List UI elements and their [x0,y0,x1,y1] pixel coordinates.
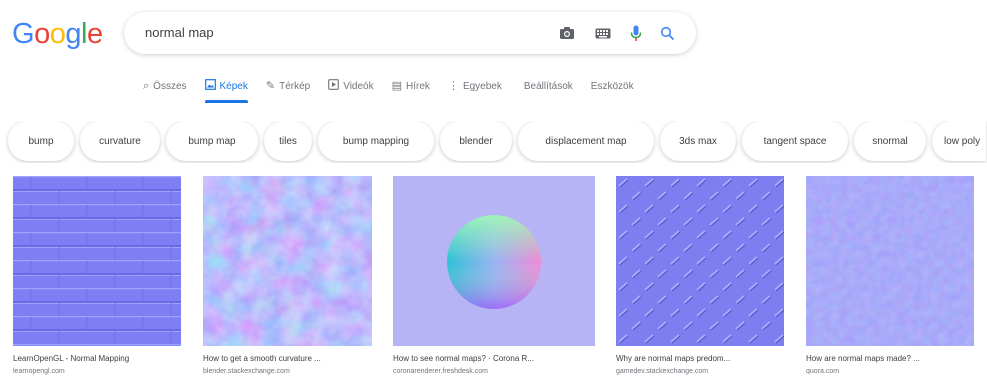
tab-more[interactable]: ⋮ Egyebek [448,76,502,96]
result-thumbnail[interactable] [203,176,372,346]
chip[interactable]: blender [440,121,512,161]
result-title[interactable]: How to see normal maps? · Corona R... [393,354,534,363]
search-input[interactable]: normal map [145,25,214,40]
image-results: LearnOpenGL - Normal Mapping learnopengl… [0,176,987,387]
play-icon [328,79,340,93]
tab-tools[interactable]: Eszközök [591,76,634,96]
tab-label: Eszközök [590,80,634,92]
search-icon: ⌕ [143,79,150,92]
chip-label: bump mapping [342,135,410,147]
google-logo[interactable]: Google [12,18,103,51]
chip[interactable]: tiles [264,121,312,161]
chip-label: snormal [872,135,908,147]
chip[interactable]: bump map [166,121,258,161]
tab-maps[interactable]: ✎ Térkép [266,76,310,96]
chip-label: bump map [188,135,236,147]
tab-label: Térkép [279,80,311,92]
mic-icon[interactable] [625,22,647,44]
result-source[interactable]: quora.com [806,368,839,375]
news-icon: ▤ [391,79,403,92]
chip[interactable]: displacement map [518,121,654,161]
chip[interactable]: bump mapping [318,121,434,161]
result-source[interactable]: blender.stackexchange.com [203,368,290,375]
image-result[interactable]: LearnOpenGL - Normal Mapping learnopengl… [13,176,181,375]
result-thumbnail[interactable] [806,176,974,346]
chip-label: tangent space [763,135,827,147]
image-result[interactable]: How to see normal maps? · Corona R... co… [393,176,595,375]
chip[interactable]: snormal [854,121,926,161]
logo-letter: o [34,18,50,50]
chip[interactable]: curvature [80,121,160,161]
result-title[interactable]: LearnOpenGL - Normal Mapping [13,354,129,363]
result-source[interactable]: coronarenderer.freshdesk.com [393,368,488,375]
tab-settings[interactable]: Beállítások [524,76,573,96]
result-thumbnail[interactable] [616,176,784,346]
result-thumbnail[interactable] [13,176,181,346]
more-icon: ⋮ [447,79,459,92]
logo-letter: e [86,18,103,50]
chip[interactable]: low poly [932,121,986,161]
result-source[interactable]: learnopengl.com [13,368,65,375]
tab-all[interactable]: ⌕ Összes [143,76,187,96]
chip-label: 3ds max [679,135,717,147]
keyboard-icon[interactable] [592,22,614,44]
search-tabs: ⌕ Összes Képek ✎ Térkép Videók ▤ Hírek ⋮ Egy… [143,76,652,104]
image-result[interactable]: Why are normal maps predom... gamedev.st… [616,176,784,375]
map-icon: ✎ [265,79,276,92]
tab-label: Egyebek [462,80,502,92]
image-result[interactable]: How are normal maps made? ... quora.com [806,176,974,375]
logo-letter: o [49,18,66,50]
chip[interactable]: tangent space [742,121,848,161]
tab-label: Összes [153,80,187,92]
image-result[interactable]: How to get a smooth curvature ... blende… [203,176,372,375]
chip-label: bump [28,135,54,147]
result-title[interactable]: Why are normal maps predom... [616,354,730,363]
tab-label: Hírek [406,80,430,92]
chip-label: blender [459,135,493,147]
result-title[interactable]: How are normal maps made? ... [806,354,920,363]
search-box[interactable]: normal map [124,12,696,54]
tab-label: Képek [219,80,248,92]
chip-label: tiles [279,135,297,147]
chip[interactable]: bump [8,121,74,161]
camera-icon[interactable] [556,22,578,44]
chip[interactable]: 3ds max [660,121,736,161]
tab-label: Videók [343,80,374,92]
chip-label: displacement map [545,135,627,147]
result-thumbnail[interactable] [393,176,595,346]
related-chips: bump curvature bump map tiles bump mappi… [0,121,987,163]
chip-label: curvature [99,135,141,147]
tab-news[interactable]: ▤ Hírek [392,76,430,96]
result-title[interactable]: How to get a smooth curvature ... [203,354,321,363]
logo-letter: G [12,18,35,50]
image-icon [204,79,216,93]
result-source[interactable]: gamedev.stackexchange.com [616,368,708,375]
tab-images[interactable]: Képek [204,76,249,103]
logo-letter: g [65,18,81,50]
chip-label: low poly [944,135,981,147]
tab-videos[interactable]: Videók [328,76,374,96]
tab-label: Beállítások [523,80,573,92]
search-icon[interactable] [656,22,678,44]
